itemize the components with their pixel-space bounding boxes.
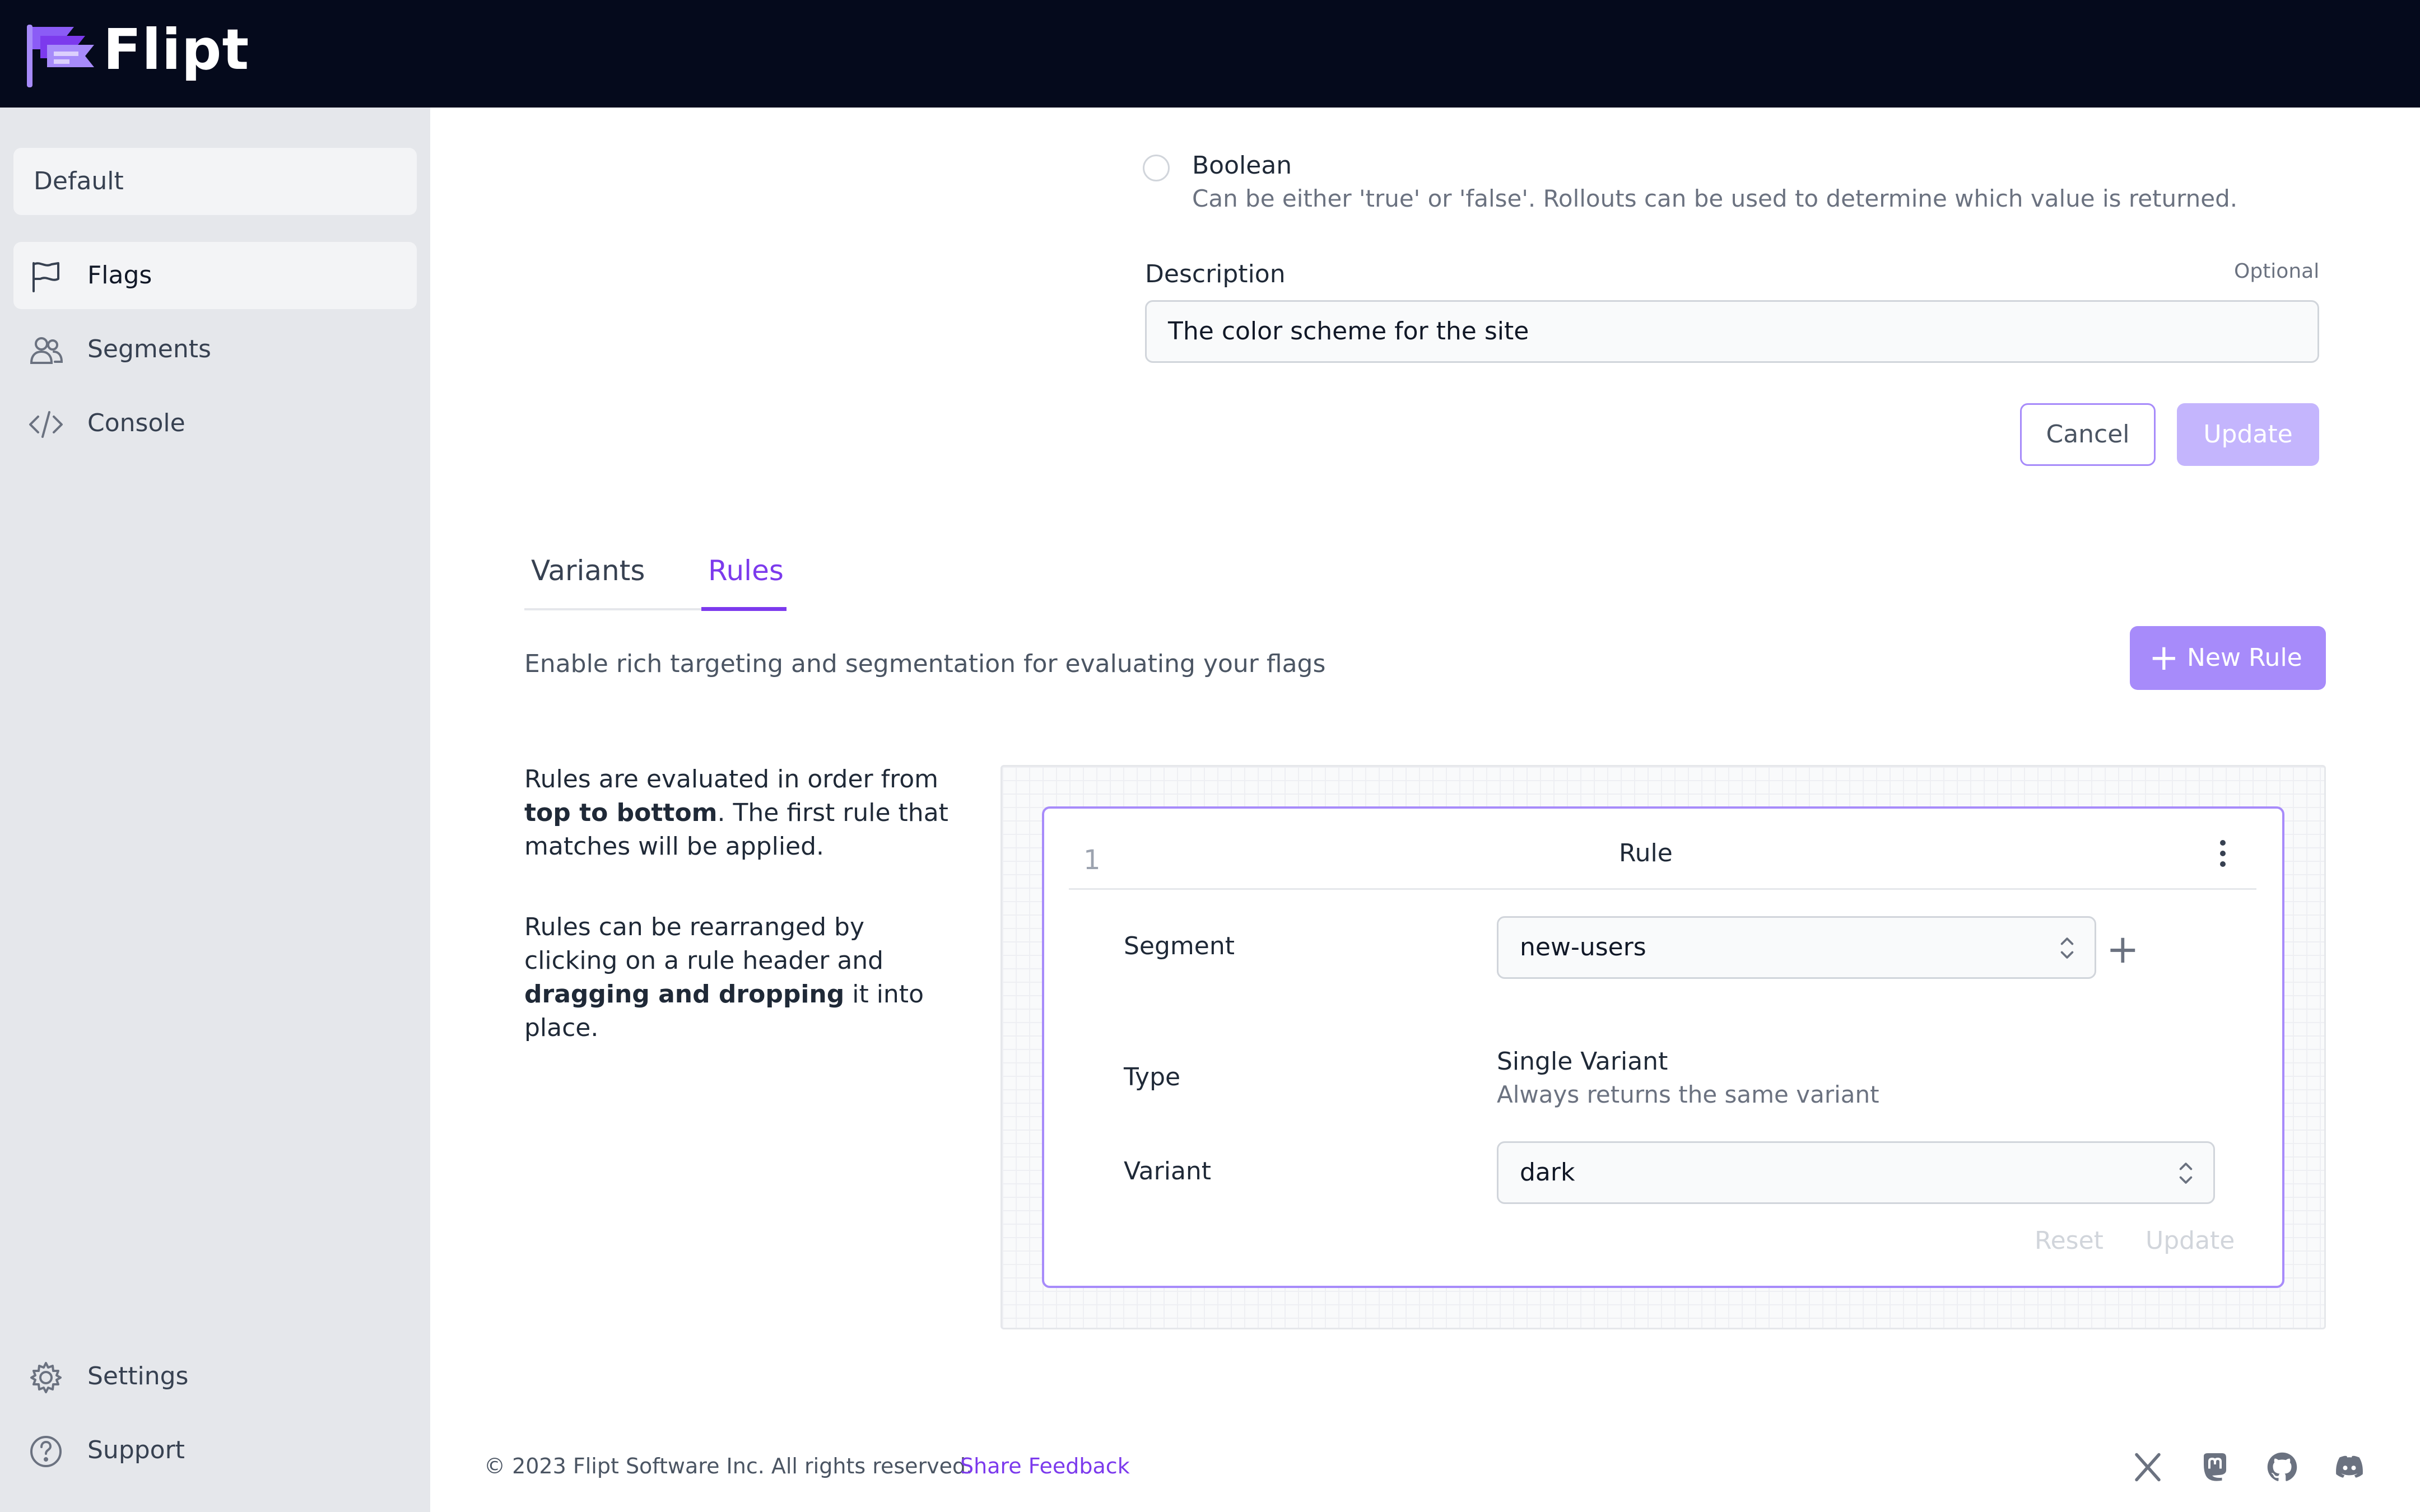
- tab-variants[interactable]: Variants: [531, 554, 645, 587]
- namespace-selector[interactable]: Default: [13, 148, 417, 215]
- tab-rules[interactable]: Rules: [708, 554, 784, 587]
- description-field[interactable]: The color scheme for the site: [1145, 300, 2319, 363]
- sidebar-item-support[interactable]: Support: [13, 1417, 417, 1484]
- new-rule-label: New Rule: [2187, 643, 2302, 672]
- rule-divider: [1069, 888, 2256, 890]
- sidebar-item-label: Segments: [87, 335, 211, 363]
- rules-drag-help: Rules can be rearranged by clicking on a…: [524, 913, 924, 1042]
- variant-label: Variant: [1124, 1157, 1212, 1186]
- active-tab-indicator: [701, 607, 787, 611]
- copyright: © 2023 Flipt Software Inc. All rights re…: [484, 1454, 973, 1478]
- update-flag-button[interactable]: Update: [2177, 403, 2319, 466]
- boolean-type-help: Can be either 'true' or 'false'. Rollout…: [1192, 185, 2238, 212]
- help-icon: [30, 1436, 62, 1467]
- boolean-type-radio[interactable]: [1143, 155, 1170, 181]
- github-icon[interactable]: [2265, 1450, 2299, 1484]
- type-label: Type: [1124, 1063, 1181, 1091]
- sidebar-item-label: Console: [87, 409, 185, 437]
- flag-icon: [32, 262, 59, 292]
- add-segment-icon[interactable]: +: [2106, 930, 2139, 969]
- sidebar-item-label: Support: [87, 1436, 185, 1464]
- sidebar-item-label: Settings: [87, 1362, 189, 1390]
- sidebar-item-console[interactable]: Console: [13, 390, 417, 457]
- rules-order-help: Rules are evaluated in order from top to…: [524, 765, 948, 861]
- gear-icon: [30, 1362, 62, 1393]
- segment-label: Segment: [1124, 932, 1235, 960]
- reset-button[interactable]: Reset: [2035, 1226, 2103, 1255]
- rule-header[interactable]: Rule: [1619, 839, 1673, 867]
- rules-description: Enable rich targeting and segmentation f…: [524, 650, 1326, 678]
- segment-select[interactable]: new-users: [1497, 916, 2096, 979]
- new-rule-button[interactable]: + New Rule: [2130, 626, 2326, 690]
- sidebar-item-settings[interactable]: Settings: [13, 1343, 417, 1410]
- rule-index: 1: [1083, 844, 1101, 876]
- app-name[interactable]: Flipt: [103, 19, 249, 81]
- plus-icon: +: [2149, 637, 2179, 679]
- x-icon[interactable]: [2131, 1450, 2165, 1484]
- update-rule-button[interactable]: Update: [2146, 1226, 2235, 1255]
- optional-hint: Optional: [2234, 260, 2320, 283]
- type-value: Single Variant: [1497, 1047, 1668, 1076]
- sidebar-item-segments[interactable]: Segments: [13, 316, 417, 383]
- chevron-up-down-icon: [2179, 1163, 2193, 1184]
- description-label: Description: [1145, 260, 1286, 288]
- segment-value: new-users: [1520, 933, 1646, 962]
- sidebar-item-flags[interactable]: Flags: [13, 242, 417, 309]
- discord-icon[interactable]: [2333, 1450, 2366, 1484]
- share-feedback-link[interactable]: Share Feedback: [960, 1454, 1130, 1478]
- chevron-up-down-icon: [2060, 937, 2074, 959]
- variant-select[interactable]: dark: [1497, 1141, 2215, 1204]
- code-icon: [29, 411, 63, 438]
- mastodon-icon[interactable]: [2198, 1450, 2232, 1484]
- type-help: Always returns the same variant: [1497, 1081, 1879, 1108]
- variant-value: dark: [1520, 1158, 1575, 1187]
- sidebar-item-label: Flags: [87, 261, 152, 290]
- cancel-button[interactable]: Cancel: [2020, 403, 2156, 466]
- flipt-logo-icon[interactable]: [25, 22, 96, 92]
- boolean-type-label: Boolean: [1192, 151, 1292, 180]
- top-bar: [0, 0, 2420, 108]
- rule-menu-icon[interactable]: [2218, 840, 2227, 871]
- users-icon: [30, 337, 63, 364]
